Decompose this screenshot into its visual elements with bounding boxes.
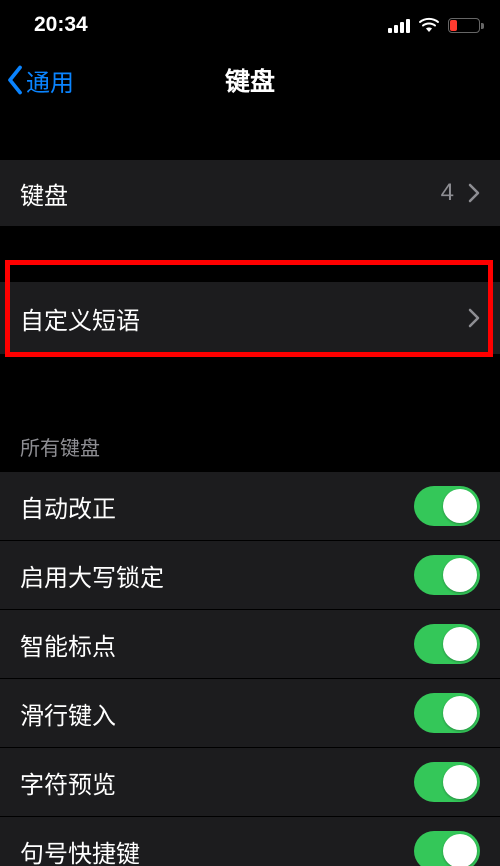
wifi-icon <box>418 17 440 33</box>
keyboards-row[interactable]: 键盘 4 <box>0 160 500 226</box>
label-slide-type: 滑行键入 <box>20 696 116 731</box>
keyboards-label: 键盘 <box>20 176 68 211</box>
label-caps-lock: 启用大写锁定 <box>20 558 164 593</box>
text-replacement-label: 自定义短语 <box>20 301 140 336</box>
row-period-shortcut: 句号快捷键 <box>0 816 500 866</box>
row-slide-type: 滑行键入 <box>0 678 500 747</box>
toggle-caps-lock[interactable] <box>414 555 480 595</box>
status-indicators <box>388 17 480 33</box>
row-caps-lock: 启用大写锁定 <box>0 540 500 609</box>
label-char-preview: 字符预览 <box>20 765 116 800</box>
toggle-smart-punct[interactable] <box>414 624 480 664</box>
toggle-char-preview[interactable] <box>414 762 480 802</box>
back-button[interactable]: 通用 <box>6 50 74 110</box>
label-auto-correction: 自动改正 <box>20 489 116 524</box>
chevron-left-icon <box>6 65 24 95</box>
back-label: 通用 <box>26 63 74 98</box>
row-char-preview: 字符预览 <box>0 747 500 816</box>
keyboards-count: 4 <box>441 179 454 207</box>
toggle-slide-type[interactable] <box>414 693 480 733</box>
label-period-shortcut: 句号快捷键 <box>20 834 140 866</box>
toggle-auto-correction[interactable] <box>414 486 480 526</box>
text-replacement-row[interactable]: 自定义短语 <box>0 282 500 354</box>
status-bar: 20:34 <box>0 0 500 50</box>
status-time: 20:34 <box>34 13 88 37</box>
cellular-signal-icon <box>388 17 410 33</box>
chevron-right-icon <box>468 308 480 328</box>
section-header-all-keyboards: 所有键盘 <box>0 410 500 471</box>
chevron-right-icon <box>468 183 480 203</box>
page-title: 键盘 <box>225 62 275 98</box>
nav-header: 通用 键盘 <box>0 50 500 110</box>
toggle-period-shortcut[interactable] <box>414 831 480 866</box>
battery-icon <box>448 18 480 33</box>
label-smart-punct: 智能标点 <box>20 627 116 662</box>
row-auto-correction: 自动改正 <box>0 471 500 540</box>
row-smart-punct: 智能标点 <box>0 609 500 678</box>
